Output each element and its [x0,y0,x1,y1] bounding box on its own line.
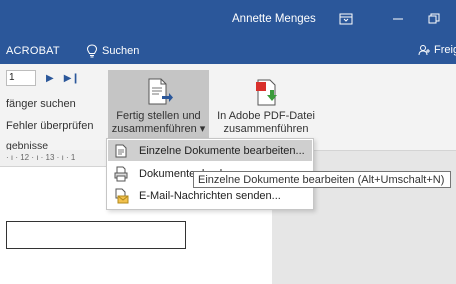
minimize-icon[interactable] [388,10,408,28]
adobe-pdf-merge-icon [256,79,277,106]
user-name[interactable]: Annette Menges [232,13,316,25]
pdf-merge-label-1: In Adobe PDF-Datei [217,110,315,122]
last-record-icon[interactable]: ▶❙ [64,73,80,84]
record-number-input[interactable]: 1 [6,70,36,86]
tab-acrobat[interactable]: ACROBAT [6,45,60,57]
share-label: Freige [434,44,456,56]
ribbon-tab-row: ACROBAT Suchen Freige [0,40,456,64]
menu-item-label: Einzelne Dokumente bearbeiten... [139,144,305,157]
search-label: Suchen [102,45,140,57]
menu-item-edit-individual-documents[interactable]: Einzelne Dokumente bearbeiten... [108,140,312,161]
document-text-box[interactable] [6,221,186,249]
finish-merge-label-2: zusammenführen ▾ [111,123,206,135]
finish-merge-icon [148,78,173,105]
merge-to-adobe-pdf-button[interactable]: In Adobe PDF-Datei zusammenführen [214,70,318,142]
restore-icon[interactable] [424,10,444,28]
record-navigation: 1 ▶ ▶❙ [6,70,80,86]
next-record-icon[interactable]: ▶ [46,73,54,84]
check-errors-button[interactable]: Fehler überprüfen [6,120,93,132]
tell-me-search[interactable]: Suchen [86,44,139,58]
print-documents-icon [114,166,128,181]
edit-documents-icon [115,144,127,157]
email-messages-icon [115,188,129,203]
pdf-merge-label-2: zusammenführen [223,123,309,135]
share-person-icon [418,45,430,56]
lightbulb-icon [86,44,98,58]
preview-results-group: 1 ▶ ▶❙ fänger suchen Fehler überprüfen [0,64,104,150]
finish-and-merge-button[interactable]: Fertig stellen und zusammenführen ▾ [108,70,209,142]
ribbon-display-options-icon[interactable] [336,10,356,28]
finish-merge-label-1: Fertig stellen und [116,110,201,122]
menu-item-label: E-Mail-Nachrichten senden... [139,189,281,202]
find-recipient-button[interactable]: fänger suchen [6,98,76,110]
tooltip: Einzelne Dokumente bearbeiten (Alt+Umsch… [193,171,451,188]
share-button[interactable]: Freige [418,44,456,56]
title-bar: Annette Menges [0,0,456,40]
